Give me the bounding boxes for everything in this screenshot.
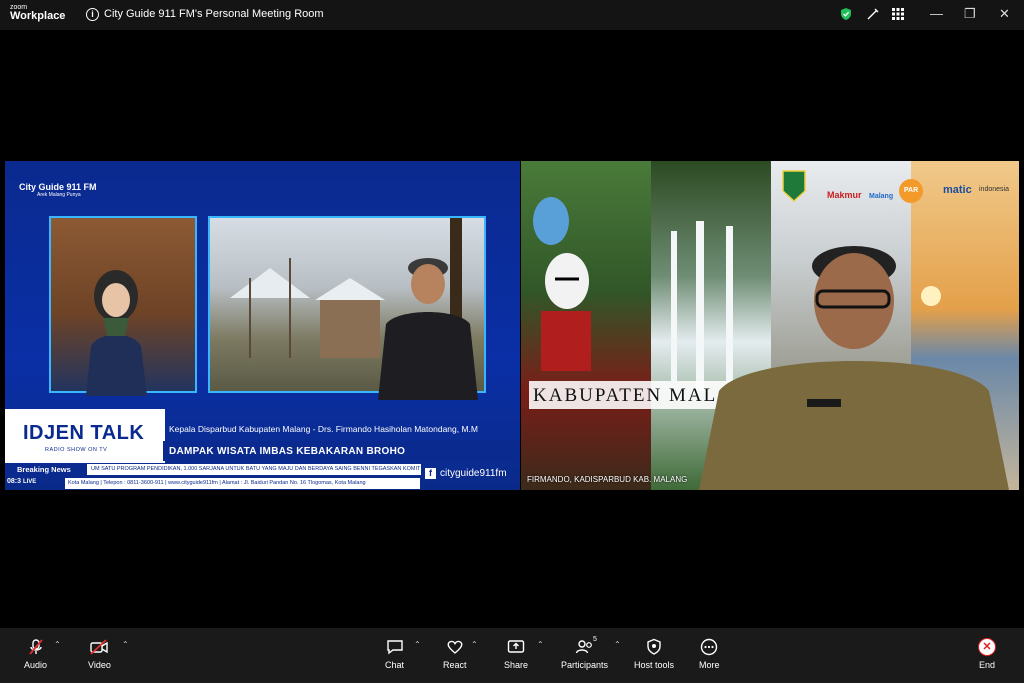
video-label: Video [88, 660, 111, 670]
chat-options-chevron-icon[interactable]: ⌃ [414, 640, 421, 649]
mask-faces-graphic [533, 197, 591, 371]
participants-icon [575, 640, 592, 654]
info-icon[interactable]: i [86, 8, 99, 21]
react-button[interactable]: React [443, 638, 467, 670]
idjen-talk-logo: IDJEN TALK RADIO SHOW ON TV [5, 409, 165, 463]
host-tools-label: Host tools [634, 660, 675, 670]
news-ticker: UM SATU PROGRAM PENDIDIKAN, 1.000 SARJAN… [87, 464, 421, 475]
sponsor-logos: Makmur Malang PAR matic indonesia [777, 165, 1017, 205]
breaking-news-label: Breaking News [5, 463, 87, 476]
host-camera-frame [49, 216, 197, 396]
title-bar: zoom Workplace i City Guide 911 FM's Per… [0, 0, 1024, 30]
shield-icon[interactable] [839, 7, 853, 21]
minimize-button[interactable]: — [930, 6, 943, 21]
host-shield-icon [647, 638, 661, 655]
video-tile-disparbud[interactable]: Makmur Malang PAR matic indonesia KABUPA… [521, 161, 1019, 490]
participants-label: Participants [561, 660, 609, 670]
time-text: 08:3 [7, 478, 22, 485]
more-dots-icon [701, 638, 718, 656]
logo-malang: Malang [869, 193, 894, 200]
live-text: LIVE [22, 479, 37, 485]
city-guide-logo: City Guide 911 FM Arek Malang Punya [19, 182, 97, 198]
participants-button[interactable]: 5 Participants [561, 636, 609, 670]
brand-big: Workplace [10, 10, 66, 22]
participant-name-tag: FIRMANDO, KADISPARBUD KAB. MALANG [527, 475, 688, 484]
more-label: More [699, 660, 720, 670]
facebook-icon: f [425, 468, 436, 479]
logo-matic: matic [943, 184, 972, 196]
end-close-icon: ✕ [978, 638, 996, 656]
participants-count: 5 [593, 636, 597, 643]
audio-label: Audio [24, 660, 48, 670]
social-handle-text: cityguide911fm [440, 468, 507, 479]
audio-button[interactable]: Audio [24, 638, 47, 670]
video-options-chevron-icon[interactable]: ⌃ [122, 640, 129, 649]
meeting-room-title: City Guide 911 FM's Personal Meeting Roo… [104, 8, 324, 20]
react-label: React [443, 660, 467, 670]
social-handle: f cityguide911fm [425, 468, 507, 479]
zoom-workplace-logo: zoom Workplace [10, 4, 65, 22]
edit-icon[interactable] [866, 7, 880, 21]
gallery-grid-icon[interactable] [891, 7, 905, 21]
end-button[interactable]: ✕ End [978, 638, 996, 670]
logo-makmur: Makmur [827, 190, 862, 200]
heart-icon [447, 640, 463, 654]
city-guide-logo-text: City Guide 911 FM [19, 182, 97, 192]
share-label: Share [504, 660, 529, 670]
regency-emblem-icon [782, 170, 806, 203]
guest-camera-frame [208, 216, 486, 400]
host-person-image [86, 270, 147, 396]
chat-label: Chat [385, 660, 405, 670]
mic-muted-icon [28, 639, 43, 655]
topic-caption-bar: DAMPAK WISATA IMBAS KEBAKARAN BROHO [163, 441, 519, 461]
official-person-image [699, 246, 1009, 490]
share-button[interactable]: Share [504, 638, 528, 670]
meeting-toolbar: Audio ⌃ Video ⌃ Chat ⌃ React ⌃ Share ⌃ 5… [0, 628, 1024, 683]
share-options-chevron-icon[interactable]: ⌃ [537, 640, 544, 649]
end-label: End [978, 660, 995, 670]
guest-caption: Kepala Disparbud Kabupaten Malang - Drs.… [169, 424, 478, 434]
video-button[interactable]: Video [88, 638, 111, 670]
contact-info-bar: Kota Malang | Telepon : 0811-3600-911 | … [65, 478, 420, 489]
logo-par: PAR [899, 179, 923, 203]
chat-icon [386, 640, 403, 655]
host-tools-button[interactable]: Host tools [634, 638, 674, 670]
camera-off-icon [90, 639, 109, 655]
time-live-badge: 08:3 LIVE [7, 478, 36, 485]
topic-caption: DAMPAK WISATA IMBAS KEBAKARAN BROHO [169, 446, 406, 457]
guest-person-image [378, 258, 478, 400]
show-title: IDJEN TALK [23, 422, 145, 444]
more-button[interactable]: More [699, 638, 720, 670]
mask-dancers-image [521, 161, 651, 490]
share-screen-icon [507, 640, 525, 653]
react-options-chevron-icon[interactable]: ⌃ [471, 640, 478, 649]
video-tile-city-guide[interactable]: City Guide 911 FM Arek Malang Punya IDJE… [5, 161, 520, 490]
maximize-button[interactable]: ❐ [964, 6, 976, 22]
logo-indonesia: indonesia [979, 186, 1009, 193]
chat-button[interactable]: Chat [385, 638, 404, 670]
city-guide-logo-sub: Arek Malang Punya [37, 192, 81, 198]
participants-options-chevron-icon[interactable]: ⌃ [614, 640, 621, 649]
close-window-button[interactable]: ✕ [999, 6, 1010, 22]
show-subtitle: RADIO SHOW ON TV [45, 447, 108, 453]
audio-options-chevron-icon[interactable]: ⌃ [54, 640, 61, 649]
